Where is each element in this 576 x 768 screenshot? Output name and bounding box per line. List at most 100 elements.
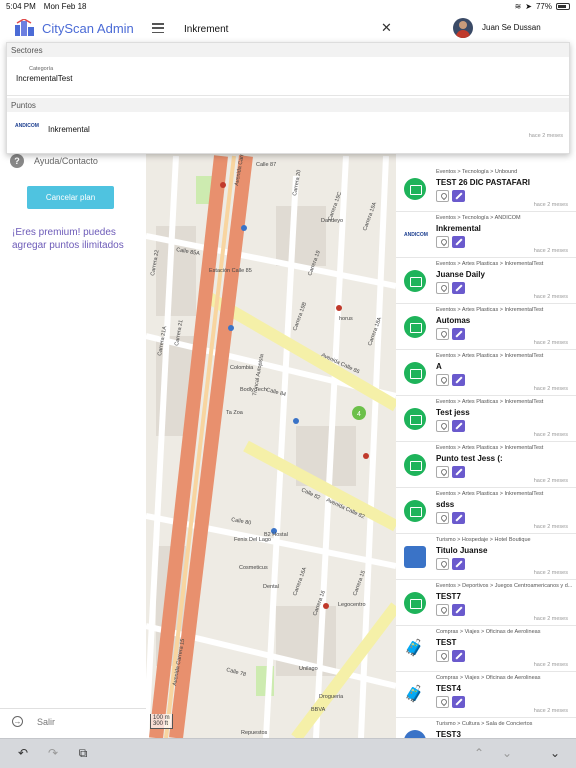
points-header: Puntos — [7, 98, 569, 112]
point-name: Inkremental — [48, 125, 90, 134]
item-time: hace 2 meses — [533, 432, 568, 438]
item-title: Titulo Juanse — [436, 546, 488, 555]
keyboard-toolbar: ↶ ↷ ⧉ ⌃ ⌄ ⌄ — [0, 738, 576, 768]
app-header: CityScan Admin ✕ Juan Se Dussan — [0, 12, 576, 46]
list-item[interactable]: Turismo > Cultura > Sala de Conciertos TE… — [396, 718, 576, 738]
avatar[interactable] — [453, 18, 473, 38]
green-image-icon — [404, 500, 426, 522]
scale-imperial: 300 ft — [153, 721, 169, 727]
edit-pencil-button[interactable] — [452, 236, 465, 248]
location-pin-button[interactable] — [436, 420, 449, 432]
logout-item[interactable]: → Salir — [12, 716, 55, 727]
redo-icon[interactable]: ↷ — [46, 746, 60, 760]
item-time: hace 2 meses — [533, 340, 568, 346]
user-name[interactable]: Juan Se Dussan — [482, 23, 541, 32]
item-title: TEST — [436, 638, 457, 647]
list-item[interactable]: Turismo > Hospedaje > Hotel Boutique Titu… — [396, 534, 576, 580]
location-pin-button[interactable] — [436, 650, 449, 662]
sector-result-row[interactable]: Categoría IncrementalTest — [7, 57, 569, 95]
green-image-icon — [404, 178, 426, 200]
map-street-label: Calle 87 — [256, 162, 276, 168]
list-item[interactable]: Eventos > Tecnología > Unbound TEST 26 DI… — [396, 166, 576, 212]
edit-pencil-button[interactable] — [452, 558, 465, 570]
green-image-icon — [404, 408, 426, 430]
list-item[interactable]: 🧳 Compras > Viajes > Oficinas de Aeroline… — [396, 672, 576, 718]
list-item[interactable]: Eventos > Artes Plasticas > InkrementalT… — [396, 304, 576, 350]
location-pin-button[interactable] — [436, 374, 449, 386]
edit-pencil-button[interactable] — [452, 696, 465, 708]
map-street-label: horus — [339, 316, 353, 322]
location-pin-button[interactable] — [436, 236, 449, 248]
edit-pencil-button[interactable] — [452, 420, 465, 432]
help-contact-item[interactable]: ? Ayuda/Contacto — [10, 154, 98, 168]
item-time: hace 2 meses — [533, 248, 568, 254]
edit-pencil-button[interactable] — [452, 190, 465, 202]
map-street-label: Repuestos — [241, 730, 268, 736]
item-title: TEST4 — [436, 684, 461, 693]
list-item[interactable]: Eventos > Artes Plasticas > InkrementalT… — [396, 350, 576, 396]
chevron-up-icon[interactable]: ⌃ — [472, 746, 486, 760]
cityscan-logo-icon — [15, 19, 34, 36]
location-pin-button[interactable] — [436, 604, 449, 616]
item-title: Test jess — [436, 408, 470, 417]
cancel-plan-button[interactable]: Cancelar plan — [27, 186, 114, 209]
undo-icon[interactable]: ↶ — [16, 746, 30, 760]
search-input[interactable] — [184, 21, 364, 37]
item-time: hace 2 meses — [533, 294, 568, 300]
map-street-label: Legocentro — [338, 602, 366, 608]
green-image-icon — [404, 316, 426, 338]
map-street-label: Dental — [263, 584, 279, 590]
map-street-label: Colombia — [230, 365, 254, 371]
green-image-icon — [404, 592, 426, 614]
item-category: Eventos > Artes Plasticas > InkrementalT… — [436, 445, 544, 451]
item-time: hace 2 meses — [533, 570, 568, 576]
point-result-row[interactable]: ANDICOM Inkremental hace 2 meses — [7, 113, 569, 153]
location-pin-button[interactable] — [436, 282, 449, 294]
list-item[interactable]: Eventos > Artes Plasticas > InkrementalT… — [396, 258, 576, 304]
traveler-icon: 🧳 — [404, 640, 424, 657]
item-category: Eventos > Tecnología > ANDICOM — [436, 215, 521, 221]
edit-pencil-button[interactable] — [452, 604, 465, 616]
premium-message: ¡Eres premium! puedes agregar puntos ili… — [12, 227, 124, 251]
location-pin-button[interactable] — [436, 512, 449, 524]
item-title: Punto test Jess (: — [436, 454, 503, 463]
search-results-dropdown: Sectores Categoría IncrementalTest Punto… — [6, 42, 570, 154]
cluster-count: 4 — [357, 411, 361, 418]
map-street-label: BBVA — [311, 707, 326, 713]
list-item[interactable]: ANDICOM Eventos > Tecnología > ANDICOM Ink… — [396, 212, 576, 258]
clear-search-icon[interactable]: ✕ — [381, 20, 392, 36]
list-item[interactable]: 🧳 Compras > Viajes > Oficinas de Aeroline… — [396, 626, 576, 672]
location-pin-button[interactable] — [436, 558, 449, 570]
location-pin-button[interactable] — [436, 466, 449, 478]
item-category: Eventos > Artes Plasticas > InkrementalT… — [436, 399, 544, 405]
app-title: CityScan Admin — [42, 21, 134, 36]
location-pin-button[interactable] — [436, 696, 449, 708]
list-item[interactable]: Eventos > Artes Plasticas > InkrementalT… — [396, 442, 576, 488]
item-time: hace 2 meses — [533, 616, 568, 622]
clipboard-icon[interactable]: ⧉ — [76, 746, 90, 760]
list-item[interactable]: Eventos > Artes Plasticas > InkrementalT… — [396, 488, 576, 534]
item-title: sdss — [436, 500, 455, 509]
edit-pencil-button[interactable] — [452, 650, 465, 662]
location-pin-button[interactable] — [436, 190, 449, 202]
location-pin-button[interactable] — [436, 328, 449, 340]
edit-pencil-button[interactable] — [452, 282, 465, 294]
item-title: Automas — [436, 316, 471, 325]
item-time: hace 2 meses — [533, 524, 568, 530]
wifi-icon: ≋ — [514, 1, 522, 11]
chevron-down-icon[interactable]: ⌄ — [500, 746, 514, 760]
item-time: hace 2 meses — [533, 662, 568, 668]
item-category: Compras > Viajes > Oficinas de Aerolinea… — [436, 675, 541, 681]
item-category: Eventos > Tecnología > Unbound — [436, 169, 518, 175]
map-street-label: Dandeyo — [321, 218, 343, 224]
edit-pencil-button[interactable] — [452, 374, 465, 386]
help-label: Ayuda/Contacto — [34, 156, 98, 166]
list-item[interactable]: Eventos > Artes Plasticas > InkrementalT… — [396, 396, 576, 442]
menu-icon[interactable] — [152, 23, 164, 33]
edit-pencil-button[interactable] — [452, 466, 465, 478]
list-item[interactable]: Eventos > Deportivos > Juegos Centroamer… — [396, 580, 576, 626]
edit-pencil-button[interactable] — [452, 512, 465, 524]
dismiss-keyboard-icon[interactable]: ⌄ — [548, 746, 562, 760]
edit-pencil-button[interactable] — [452, 328, 465, 340]
item-category: Eventos > Deportivos > Juegos Centroamer… — [436, 583, 573, 589]
